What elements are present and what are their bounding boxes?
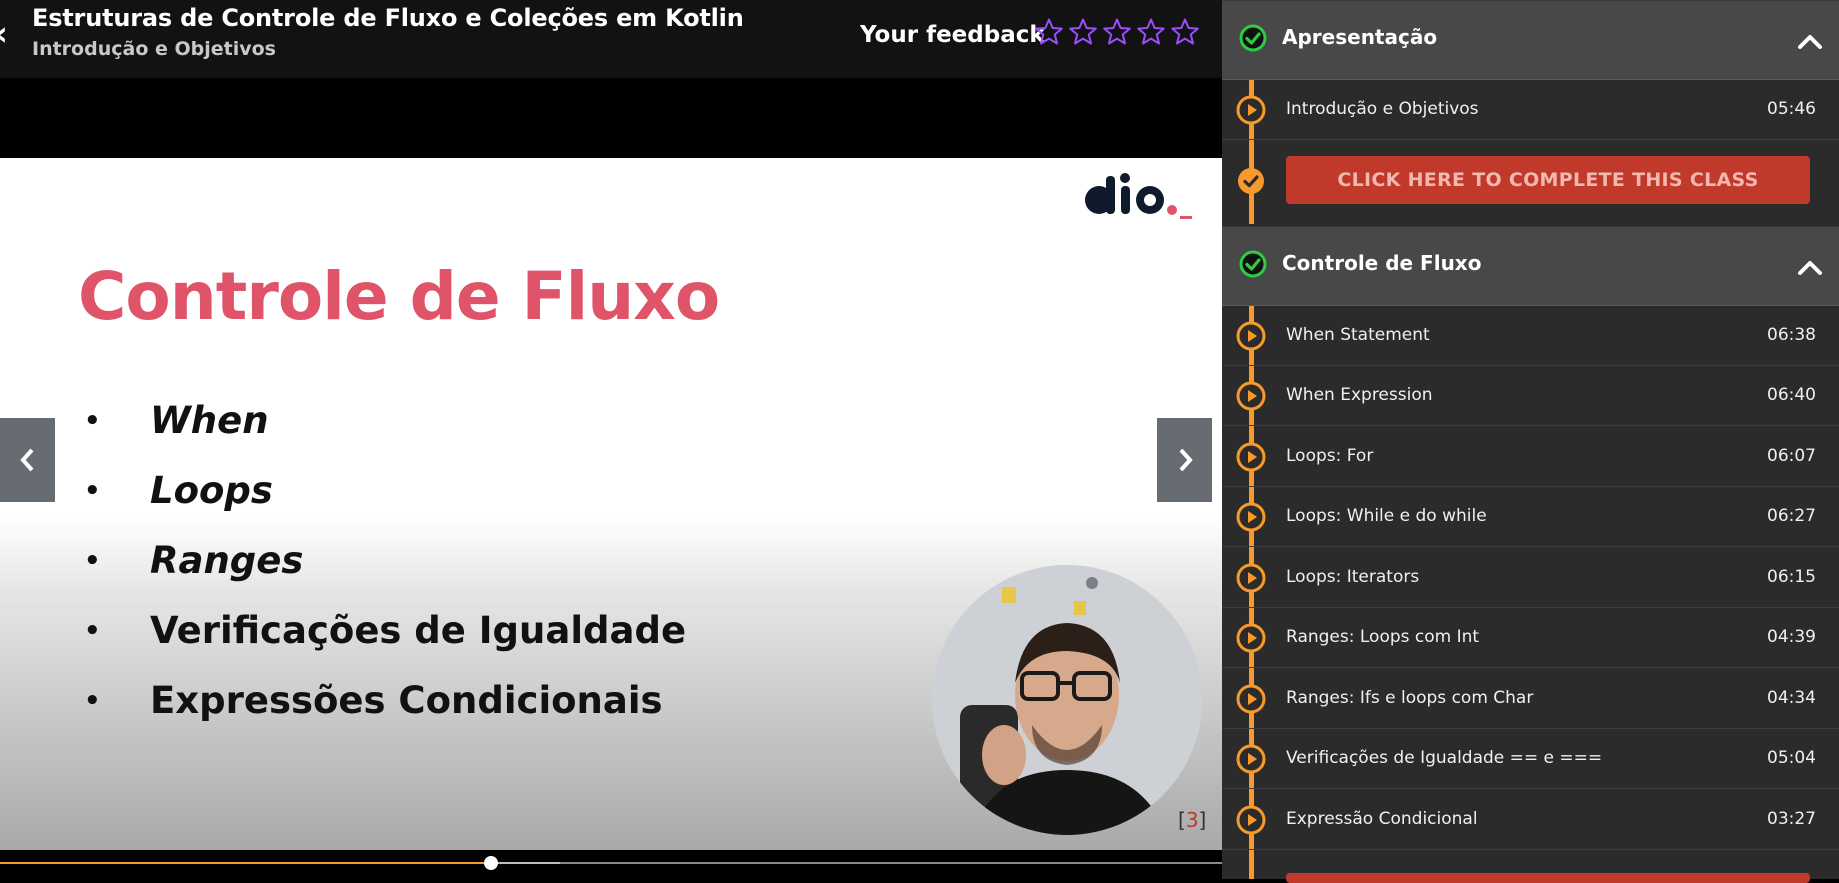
instructor-webcam: [932, 565, 1202, 835]
star-icon[interactable]: [1170, 17, 1200, 47]
slide-bullet-text: Ranges: [150, 539, 304, 582]
lesson-title: When Expression: [1286, 385, 1433, 405]
complete-class-row: CLICK HERE TO COMPLETE THIS CLASS: [1222, 140, 1839, 226]
lesson-title: Ranges: Loops com Int: [1286, 627, 1480, 647]
section-header[interactable]: Apresentação: [1222, 0, 1839, 80]
completed-check-icon: [1236, 166, 1266, 196]
slide-bullet-text: Verificações de Igualdade: [150, 609, 687, 652]
lesson-duration: 04:39: [1767, 627, 1816, 647]
lesson-duration: 06:27: [1767, 506, 1816, 526]
lesson-item[interactable]: Loops: While e do while 06:27: [1222, 486, 1839, 547]
bullet-icon: •: [84, 406, 101, 436]
slide-bullet-text: Loops: [150, 469, 273, 512]
current-lesson-title: Introdução e Objetivos: [32, 38, 276, 60]
star-icon[interactable]: [1136, 17, 1166, 47]
instructor-photo: [932, 565, 1202, 835]
previous-slide-button[interactable]: [0, 418, 55, 502]
lesson-duration: 05:04: [1767, 748, 1816, 768]
section-title: Controle de Fluxo: [1282, 250, 1482, 275]
bullet-icon: •: [84, 476, 101, 506]
lesson-title: Loops: Iterators: [1286, 566, 1420, 587]
play-circle-icon: [1236, 381, 1266, 411]
rating-stars: [1034, 17, 1200, 47]
play-circle-icon: [1236, 623, 1266, 653]
chevron-left-icon: [19, 448, 33, 472]
feedback-label: Your feedback: [860, 22, 1045, 48]
play-circle-icon: [1236, 321, 1266, 351]
course-title: Estruturas de Controle de Fluxo e Coleçõ…: [32, 4, 744, 32]
dio-logo-icon: [1085, 173, 1192, 219]
lesson-title: Loops: For: [1286, 445, 1374, 466]
lesson-item[interactable]: Ranges: Loops com Int 04:39: [1222, 607, 1839, 668]
lesson-duration: 06:07: [1767, 445, 1816, 466]
lesson-duration: 04:34: [1767, 687, 1816, 708]
play-circle-icon: [1236, 805, 1266, 835]
lesson-duration: 06:38: [1767, 324, 1816, 345]
lesson-item[interactable]: Ranges: Ifs e loops com Char 04:34: [1222, 668, 1839, 729]
bullet-icon: •: [84, 546, 101, 576]
progress-scrubber-handle[interactable]: [484, 856, 499, 870]
section-complete-check-icon: [1238, 249, 1268, 279]
lesson-title: Verificações de Igualdade == e ===: [1286, 748, 1603, 768]
lesson-item[interactable]: Introdução e Objetivos 05:46: [1222, 79, 1839, 140]
slide-title: Controle de Fluxo: [78, 258, 720, 335]
star-icon[interactable]: [1068, 17, 1098, 47]
play-circle-icon: [1236, 563, 1266, 593]
lesson-duration: 05:46: [1767, 99, 1816, 119]
bullet-icon: •: [84, 616, 101, 646]
lesson-item[interactable]: Loops: Iterators 06:15: [1222, 547, 1839, 608]
play-circle-icon: [1236, 95, 1266, 125]
lesson-title: Loops: While e do while: [1286, 506, 1487, 526]
lesson-item[interactable]: When Statement 06:38: [1222, 305, 1839, 366]
play-circle-icon: [1236, 684, 1266, 714]
lesson-duration: 06:40: [1767, 385, 1816, 405]
next-slide-button[interactable]: [1157, 418, 1212, 502]
bullet-icon: •: [84, 686, 101, 716]
section-header[interactable]: Controle de Fluxo: [1222, 225, 1839, 306]
section-complete-check-icon: [1238, 23, 1268, 53]
slide-page-number: [3]: [1178, 808, 1207, 832]
lesson-title: Ranges: Ifs e loops com Char: [1286, 687, 1534, 708]
lesson-item[interactable]: When Expression 06:40: [1222, 365, 1839, 426]
chevron-right-icon: [1179, 448, 1193, 472]
lesson-item[interactable]: Expressão Condicional 03:27: [1222, 789, 1839, 850]
star-icon[interactable]: [1034, 17, 1064, 47]
section-title: Apresentação: [1282, 25, 1438, 49]
lesson-title: When Statement: [1286, 324, 1430, 345]
video-player[interactable]: Controle de Fluxo • When • Loops • Ranges • Ver…: [0, 158, 1222, 850]
progress-played: [0, 862, 492, 864]
slide-bullet-text: Expressões Condicionais: [150, 679, 663, 722]
collapse-chevron-up-icon[interactable]: [1796, 253, 1824, 281]
slide-bullet-text: When: [150, 399, 269, 442]
lesson-item[interactable]: Loops: For 06:07: [1222, 426, 1839, 487]
lesson-title: Expressão Condicional: [1286, 808, 1478, 829]
complete-class-button[interactable]: CLICK HERE TO COMPLETE THIS CLASS: [1286, 155, 1810, 204]
top-bar: ‹ Estruturas de Controle de Fluxo e Cole…: [0, 0, 1222, 78]
lesson-title: Introdução e Objetivos: [1286, 99, 1479, 119]
star-icon[interactable]: [1102, 17, 1132, 47]
play-circle-icon: [1236, 442, 1266, 472]
back-chevron-icon[interactable]: ‹: [0, 14, 16, 54]
lesson-item[interactable]: Verificações de Igualdade == e === 05:04: [1222, 728, 1839, 789]
lesson-duration: 03:27: [1767, 808, 1816, 829]
lesson-duration: 06:15: [1767, 566, 1816, 587]
course-sidebar: Apresentação Introdução e Objetivos 05:46 C…: [1222, 0, 1839, 879]
collapse-chevron-up-icon[interactable]: [1796, 27, 1824, 55]
complete-class-button-partial[interactable]: [1286, 873, 1810, 883]
play-circle-icon: [1236, 502, 1266, 532]
play-circle-icon: [1236, 744, 1266, 774]
